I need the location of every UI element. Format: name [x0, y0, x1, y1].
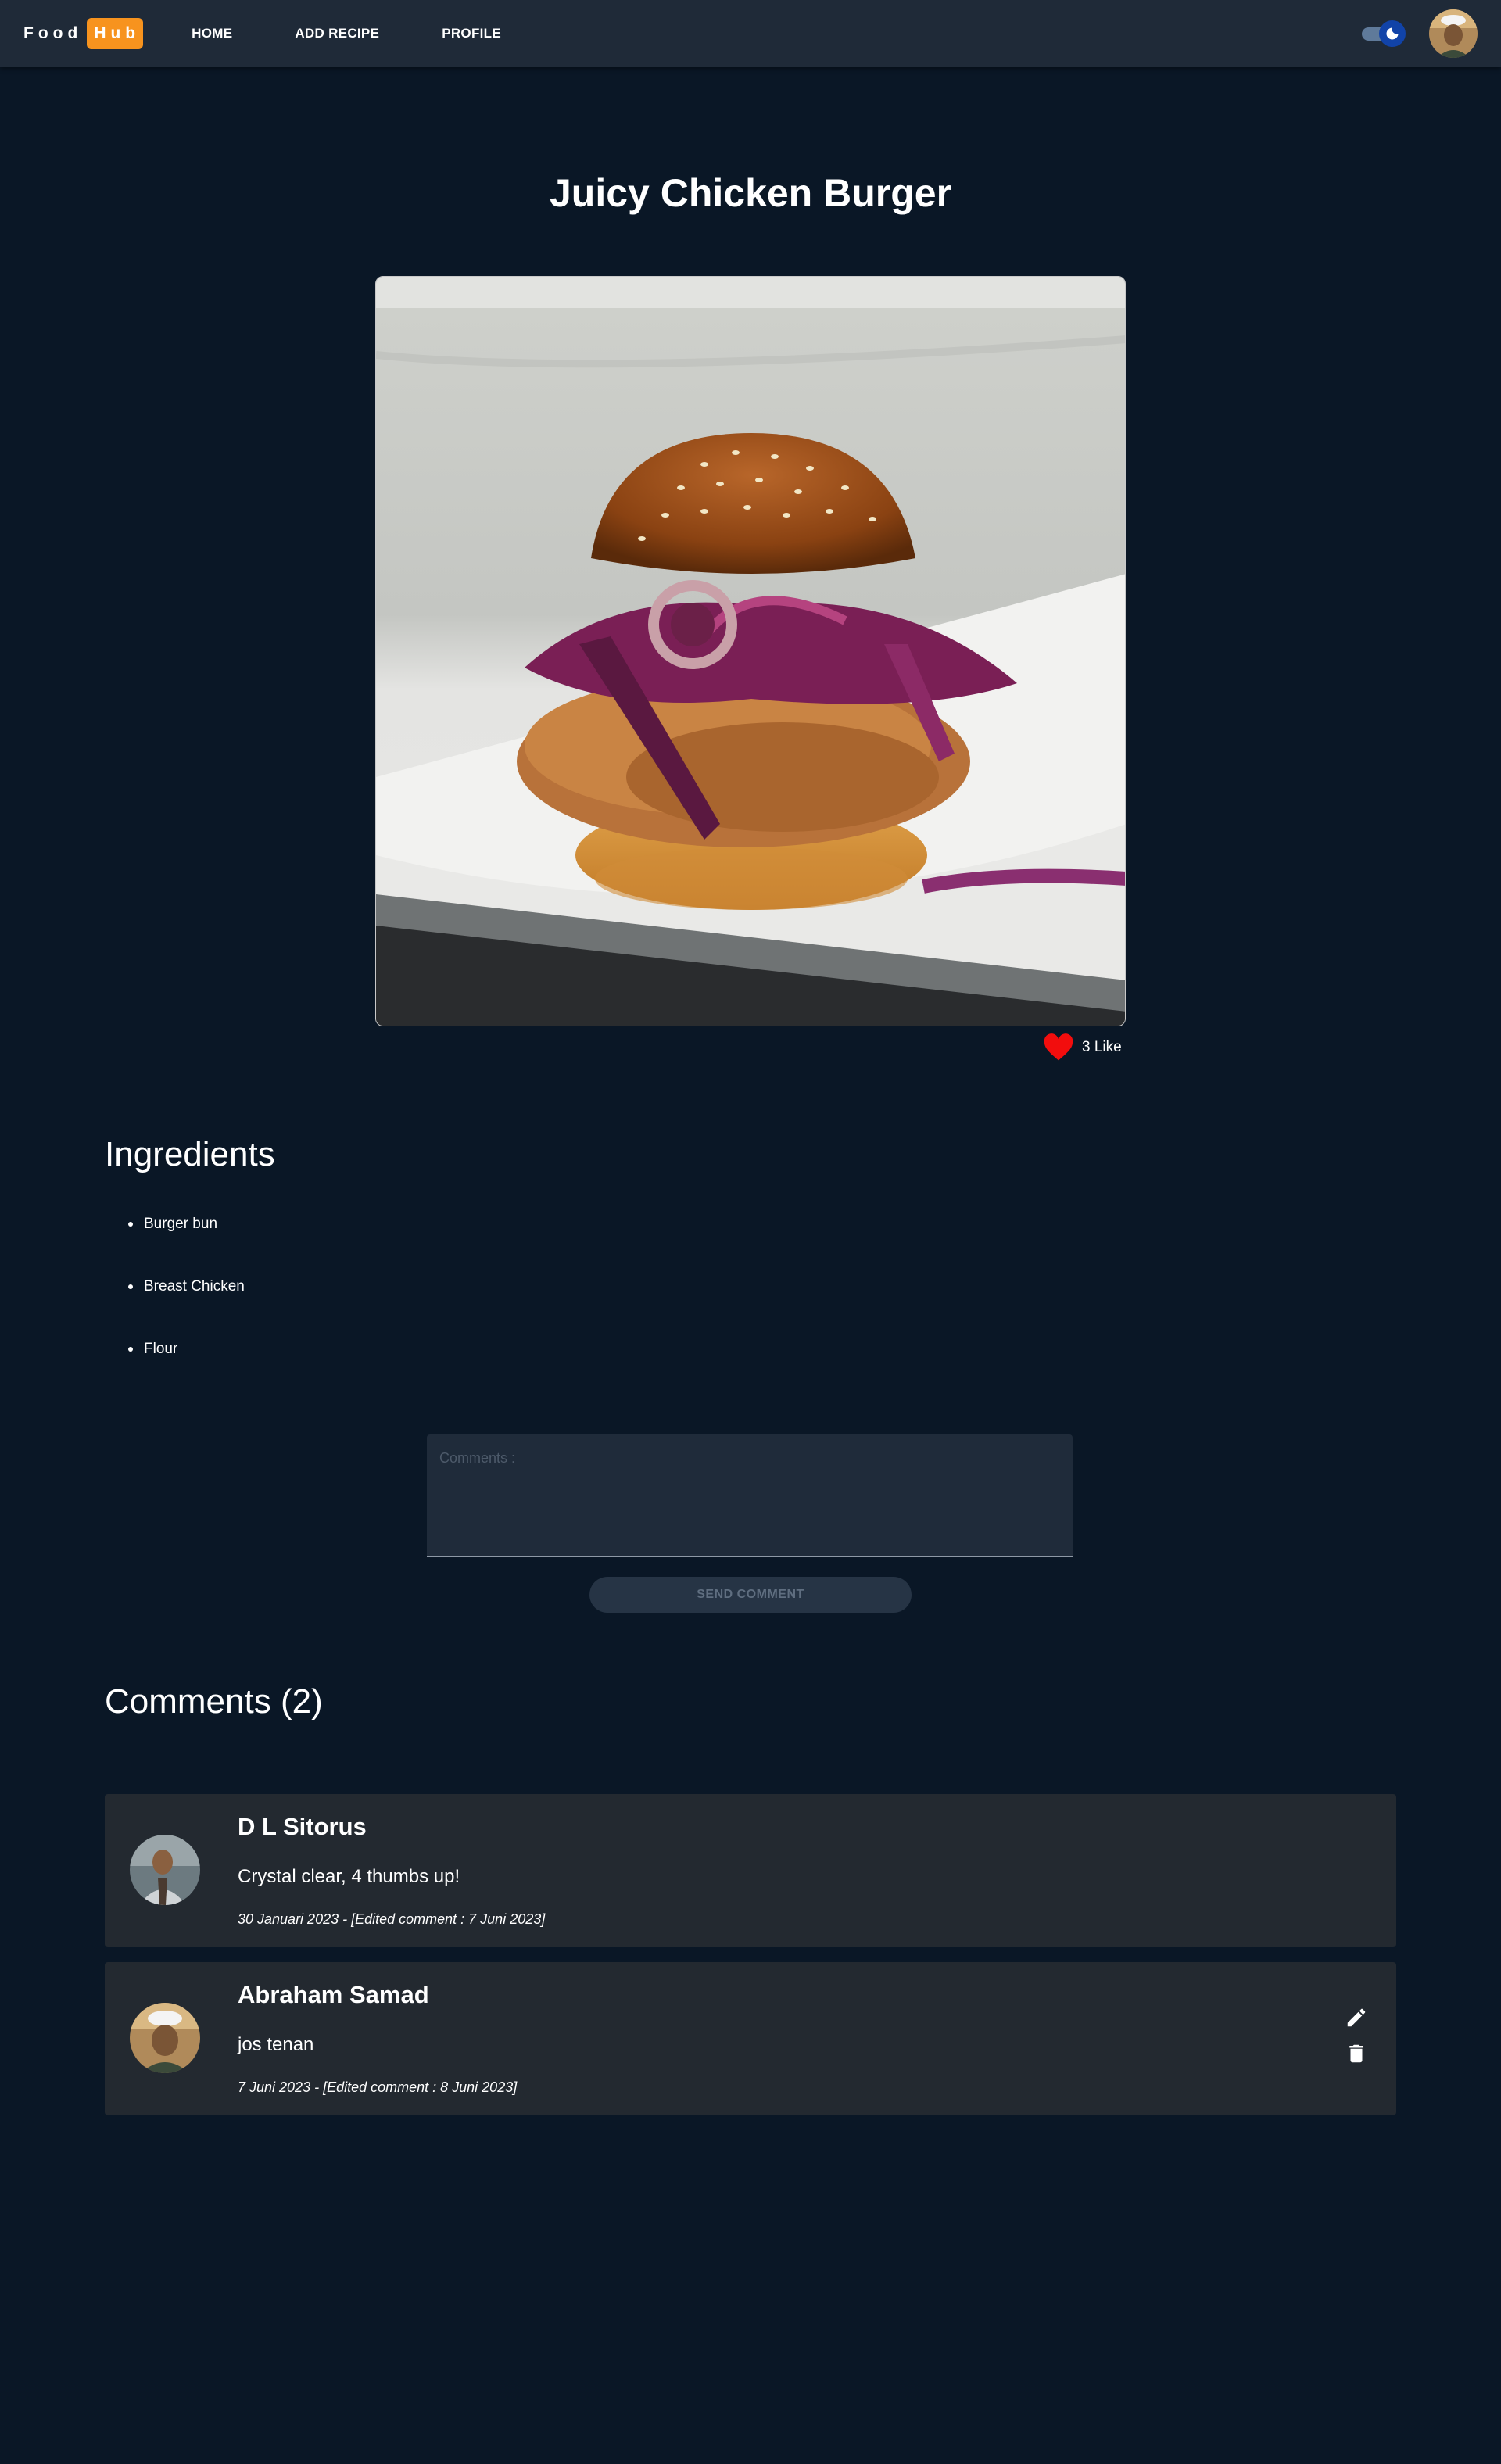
commenter-name: D L Sitorus: [238, 1813, 367, 1840]
nav-links: HOME ADD RECIPE PROFILE: [192, 26, 564, 41]
commenter-avatar: [130, 2003, 200, 2073]
user-avatar[interactable]: [1429, 9, 1478, 58]
comment-text: Crystal clear, 4 thumbs up!: [238, 1866, 460, 1887]
nav-profile-link[interactable]: PROFILE: [442, 26, 501, 41]
comment-input[interactable]: [427, 1434, 1073, 1556]
edit-icon[interactable]: [1345, 2006, 1368, 2029]
theme-toggle[interactable]: [1362, 20, 1406, 47]
toggle-knob: [1379, 20, 1406, 47]
moon-icon: [1386, 27, 1399, 40]
recipe-title: Juicy Chicken Burger: [549, 171, 952, 215]
like-count: 3 Like: [1082, 1039, 1122, 1055]
commenter-name: Abraham Samad: [238, 1981, 429, 2008]
comment-box: [427, 1434, 1073, 1557]
commenter-avatar: [130, 1835, 200, 1905]
comment-date: 7 Juni 2023 - [Edited comment : 8 Juni 2…: [238, 2079, 518, 2095]
comments-title: Comments (2): [105, 1682, 323, 1721]
ingredient-list: Burger bun Breast Chicken Flour: [128, 1216, 245, 1403]
ingredient-item: Flour: [128, 1341, 245, 1403]
nav-add-recipe-link[interactable]: ADD RECIPE: [295, 26, 379, 41]
delete-icon[interactable]: [1345, 2042, 1368, 2065]
comment-text: jos tenan: [238, 2034, 314, 2055]
send-comment-button[interactable]: SEND COMMENT: [589, 1577, 912, 1613]
ingredient-item: Breast Chicken: [128, 1278, 245, 1341]
nav-home-link[interactable]: HOME: [192, 26, 232, 41]
ingredients-title: Ingredients: [105, 1135, 275, 1173]
comment-card: Abraham Samad jos tenan 7 Juni 2023 - [E…: [105, 1962, 1396, 2115]
comment-date: 30 Januari 2023 - [Edited comment : 7 Ju…: [238, 1911, 546, 1927]
comment-card: D L Sitorus Crystal clear, 4 thumbs up! …: [105, 1794, 1396, 1947]
brand-logo[interactable]: Food Hub: [23, 18, 144, 49]
logo-hub-badge: Hub: [87, 18, 144, 49]
ingredient-item: Burger bun: [128, 1216, 245, 1278]
navbar: Food Hub HOME ADD RECIPE PROFILE: [0, 0, 1501, 67]
recipe-image: [375, 276, 1126, 1026]
nav-right: [1362, 9, 1478, 58]
like-row[interactable]: 3 Like: [1043, 1033, 1122, 1062]
comment-actions: [1345, 2006, 1368, 2078]
logo-food-text: Food: [23, 24, 83, 42]
heart-icon[interactable]: [1043, 1033, 1074, 1062]
